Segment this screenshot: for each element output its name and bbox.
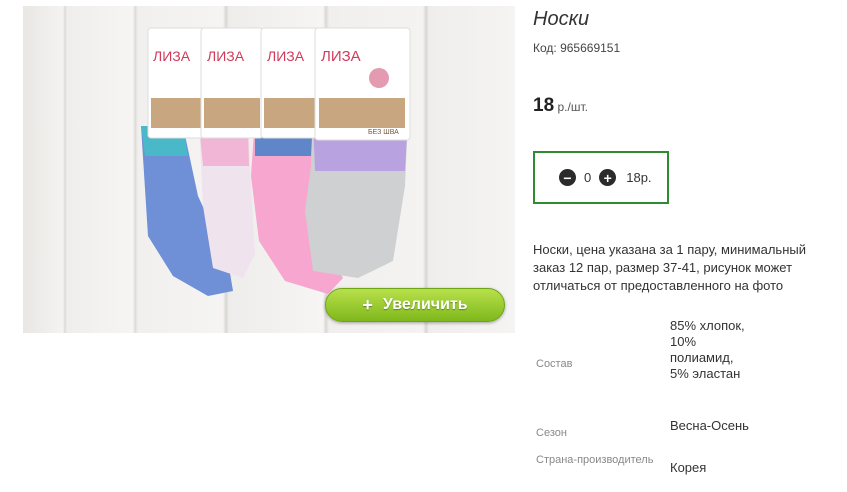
property-value: Весна-Осень xyxy=(670,418,749,433)
property-row: Состав 85% хлопок, 10% полиамид, 5% элас… xyxy=(536,318,750,382)
tag-4: ЛИЗА БЕЗ ШВА xyxy=(314,27,411,141)
tag-2: ЛИЗА xyxy=(200,27,264,139)
property-row: Сезон Весна-Осень xyxy=(536,418,750,440)
svg-text:ЛИЗА: ЛИЗА xyxy=(267,48,305,64)
plus-icon: + xyxy=(362,294,373,315)
zoom-label: Увеличить xyxy=(382,296,468,313)
quantity-sum: 18р. xyxy=(626,170,652,185)
property-row: Страна-производитель Корея xyxy=(536,454,750,476)
quantity-stepper: − 0 + 18р. xyxy=(533,151,669,204)
svg-text:ЛИЗА: ЛИЗА xyxy=(321,48,361,65)
svg-text:ЛИЗА: ЛИЗА xyxy=(153,48,191,64)
property-value: Корея xyxy=(670,460,707,475)
product-code: Код: 965669151 xyxy=(533,41,621,55)
price-value: 18 xyxy=(533,95,555,116)
property-value: 85% хлопок, 10% полиамид, 5% эластан xyxy=(670,318,745,381)
minus-icon[interactable]: − xyxy=(559,169,576,186)
property-label: Сезон xyxy=(536,427,567,439)
zoom-button[interactable]: + Увеличить xyxy=(325,288,505,322)
product-title: Носки xyxy=(533,8,590,30)
product-price: 18 р./шт. xyxy=(533,95,588,117)
svg-text:ЛИЗА: ЛИЗА xyxy=(207,48,245,64)
quantity-value[interactable]: 0 xyxy=(584,170,591,185)
socks-illustration: ЛИЗА ЛИЗА ЛИЗА ЛИЗА БЕЗ ШВА xyxy=(141,27,411,296)
property-label: Состав xyxy=(536,358,573,370)
plus-icon[interactable]: + xyxy=(599,169,617,186)
price-unit: р./шт. xyxy=(557,100,588,114)
tag-3: ЛИЗА xyxy=(260,27,324,139)
svg-text:БЕЗ ШВА: БЕЗ ШВА xyxy=(368,129,399,136)
property-label: Страна-производитель xyxy=(536,454,654,466)
product-image[interactable]: ЛИЗА ЛИЗА ЛИЗА ЛИЗА БЕЗ ШВА + Увеличить xyxy=(23,6,515,333)
product-description: Носки, цена указана за 1 пару, минимальн… xyxy=(533,242,806,293)
